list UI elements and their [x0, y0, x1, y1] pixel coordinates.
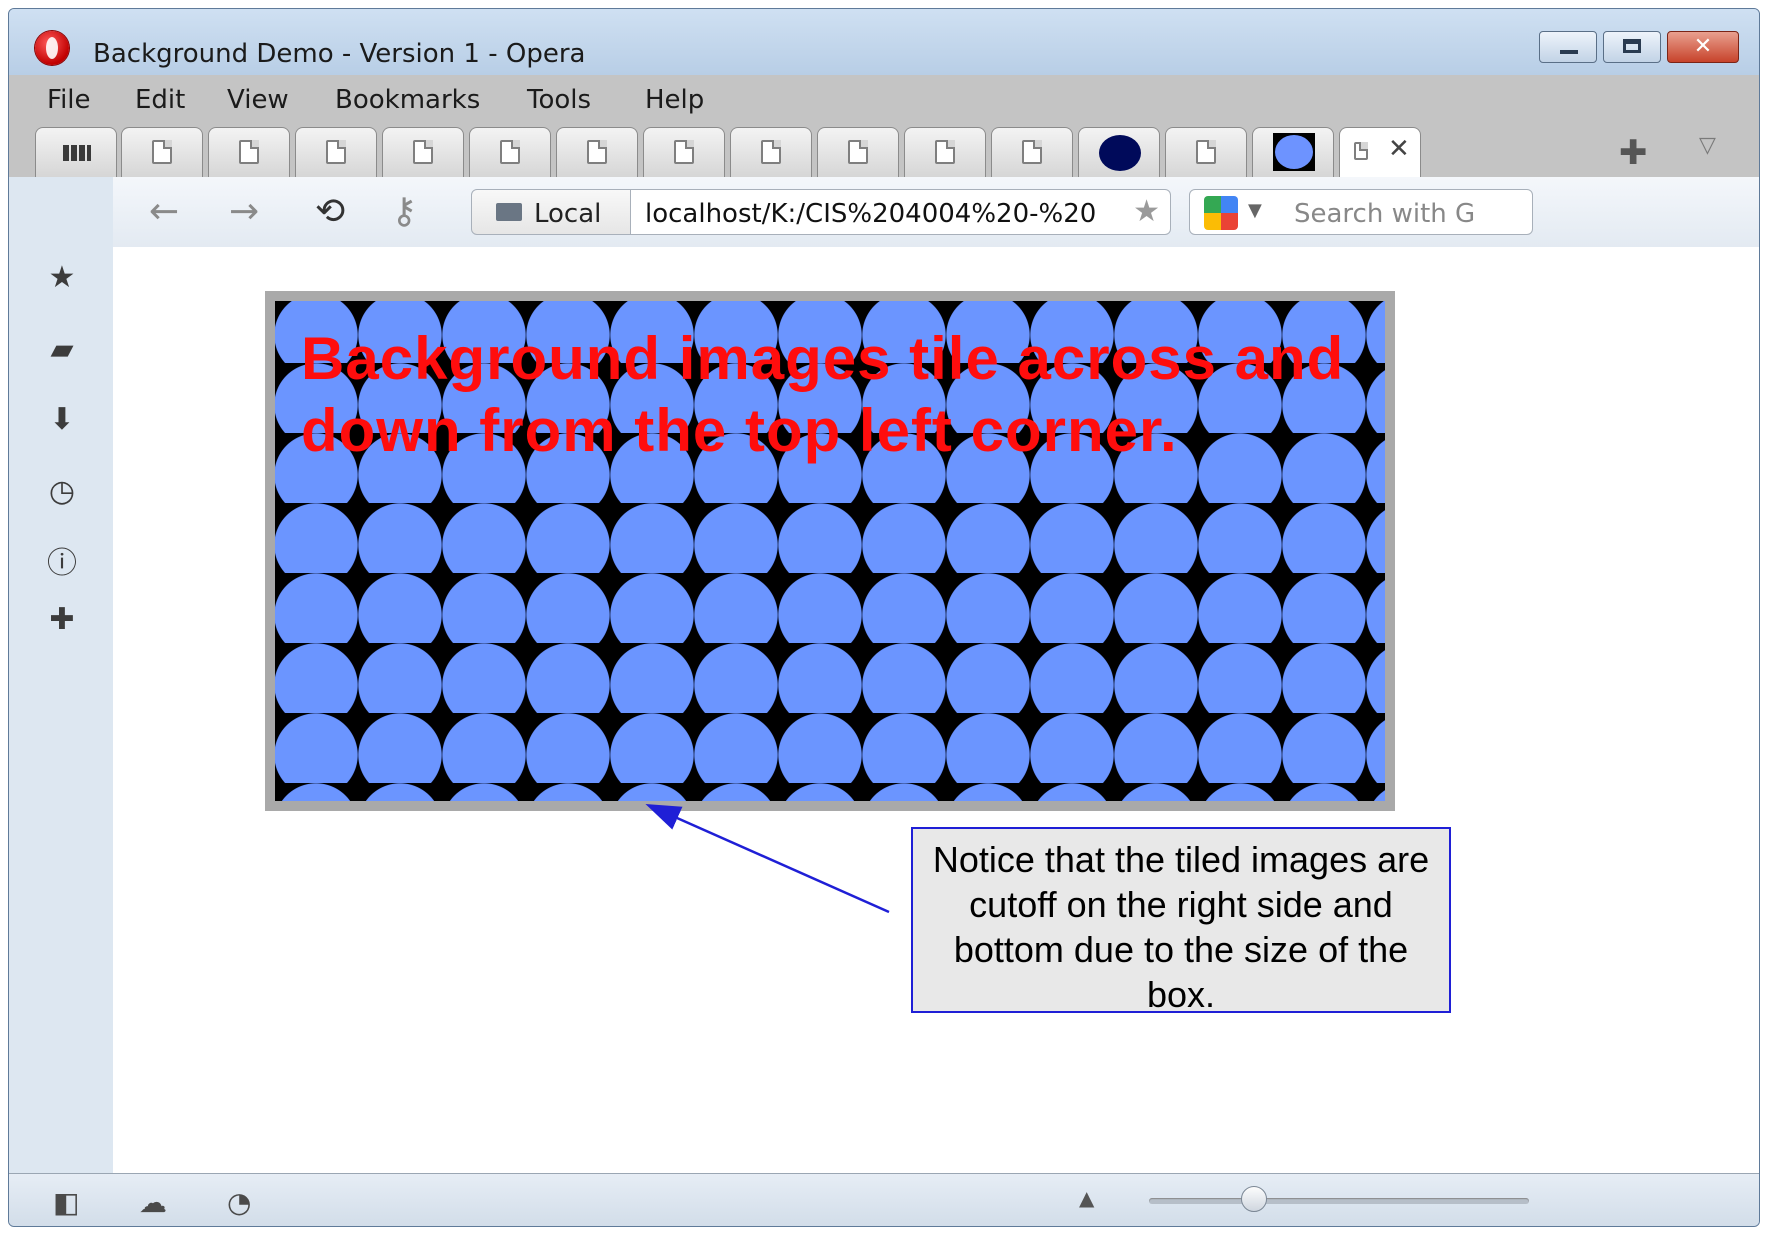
site-badge-label: Local: [534, 199, 602, 229]
menu-edit[interactable]: Edit: [135, 85, 185, 115]
new-tab-button[interactable]: ✚: [1619, 133, 1648, 173]
search-placeholder: Search with G: [1294, 199, 1476, 229]
tab-item[interactable]: [469, 127, 551, 177]
document-icon: [152, 140, 172, 164]
zoom-slider[interactable]: [1149, 1198, 1529, 1204]
menu-tools[interactable]: Tools: [527, 85, 591, 115]
history-icon[interactable]: ◷: [45, 475, 79, 509]
page-content: Background images tile across and down f…: [113, 247, 1759, 1173]
document-icon: [935, 140, 955, 164]
tab-menu-icon[interactable]: ▽: [1699, 133, 1716, 158]
downloads-icon[interactable]: ⬇: [45, 403, 79, 437]
tab-item[interactable]: [904, 127, 986, 177]
minimize-button[interactable]: [1539, 31, 1597, 63]
google-icon[interactable]: [1204, 196, 1238, 230]
tab-item-ball[interactable]: [1252, 127, 1334, 177]
close-button[interactable]: ✕: [1667, 31, 1739, 63]
document-icon: [413, 140, 433, 164]
window-controls: ✕: [1533, 31, 1739, 63]
key-icon[interactable]: ⚷: [391, 191, 417, 232]
search-input[interactable]: ▼ Search with G: [1189, 189, 1533, 235]
document-icon: [1022, 140, 1042, 164]
unite-cloud-icon[interactable]: ☁: [139, 1186, 167, 1219]
menu-bookmarks[interactable]: Bookmarks: [335, 85, 480, 115]
window-title: Background Demo - Version 1 - Opera: [93, 39, 586, 69]
tab-item-dot[interactable]: [1078, 127, 1160, 177]
tab-item[interactable]: [1165, 127, 1247, 177]
search-engine-dropdown-icon[interactable]: ▼: [1248, 200, 1262, 221]
zoom-slider-knob[interactable]: [1241, 1186, 1267, 1212]
tab-item[interactable]: [730, 127, 812, 177]
url-input[interactable]: localhost/K:/CIS%204004%20-%20 ★: [631, 189, 1171, 235]
document-icon: [239, 140, 259, 164]
panel-toggle-icon[interactable]: ◧: [53, 1186, 79, 1219]
monitor-icon: [496, 203, 522, 221]
tiled-background-box: Background images tile across and down f…: [265, 291, 1395, 811]
tab-item[interactable]: [643, 127, 725, 177]
reload-button[interactable]: ⟲: [315, 191, 345, 232]
title-bar: Background Demo - Version 1 - Opera ✕: [9, 9, 1759, 75]
tab-item[interactable]: [121, 127, 203, 177]
tab-item[interactable]: [817, 127, 899, 177]
tab-item[interactable]: [991, 127, 1073, 177]
side-panel: ★ ▰ ⬇ ◷ ⓘ ✚: [9, 177, 114, 1173]
turbo-gauge-icon[interactable]: ◔: [227, 1186, 251, 1219]
site-badge[interactable]: Local: [471, 189, 631, 235]
menu-view[interactable]: View: [227, 85, 289, 115]
browser-window: Background Demo - Version 1 - Opera ✕ Fi…: [8, 8, 1760, 1227]
demo-heading: Background images tile across and down f…: [301, 325, 1345, 464]
document-icon: [1354, 142, 1368, 160]
maximize-button[interactable]: [1603, 31, 1661, 63]
tab-item[interactable]: [382, 127, 464, 177]
menu-help[interactable]: Help: [645, 85, 704, 115]
document-icon: [761, 140, 781, 164]
document-icon: [1196, 140, 1216, 164]
document-icon: [326, 140, 346, 164]
address-toolbar: ← → ⟲ ⚷ Local localhost/K:/CIS%204004%20…: [113, 177, 1759, 248]
tab-speed-dial[interactable]: [35, 127, 117, 177]
menu-file[interactable]: File: [47, 85, 91, 115]
tab-active[interactable]: ✕: [1339, 127, 1421, 179]
tab-close-icon[interactable]: ✕: [1388, 134, 1410, 164]
speed-dial-icon: [63, 145, 91, 161]
close-icon: ✕: [1693, 34, 1713, 59]
forward-button[interactable]: →: [229, 191, 259, 232]
add-panel-icon[interactable]: ✚: [45, 603, 79, 637]
notes-icon[interactable]: ▰: [45, 333, 79, 367]
tab-item[interactable]: [208, 127, 290, 177]
bookmark-star-icon[interactable]: ★: [1133, 194, 1160, 229]
opera-logo-icon: [35, 31, 69, 65]
document-icon: [848, 140, 868, 164]
ball-image-icon: [1273, 133, 1315, 171]
tab-bar: ✕ ✚ ▽: [9, 119, 1759, 179]
annotation-callout: Notice that the tiled images are cutoff …: [911, 827, 1451, 1015]
document-icon: [674, 140, 694, 164]
back-button[interactable]: ←: [149, 191, 179, 232]
menu-bar: File Edit View Bookmarks Tools Help: [9, 75, 1759, 119]
document-icon: [587, 140, 607, 164]
bookmarks-icon[interactable]: ★: [45, 261, 79, 295]
tab-item[interactable]: [295, 127, 377, 177]
dark-circle-icon: [1099, 135, 1141, 171]
tab-item[interactable]: [556, 127, 638, 177]
document-icon: [500, 140, 520, 164]
info-icon[interactable]: ⓘ: [45, 547, 79, 581]
zoom-up-icon[interactable]: ▲: [1079, 1186, 1094, 1210]
status-bar: ◧ ☁ ◔ ▲: [9, 1173, 1759, 1226]
url-text: localhost/K:/CIS%204004%20-%20: [645, 199, 1097, 229]
